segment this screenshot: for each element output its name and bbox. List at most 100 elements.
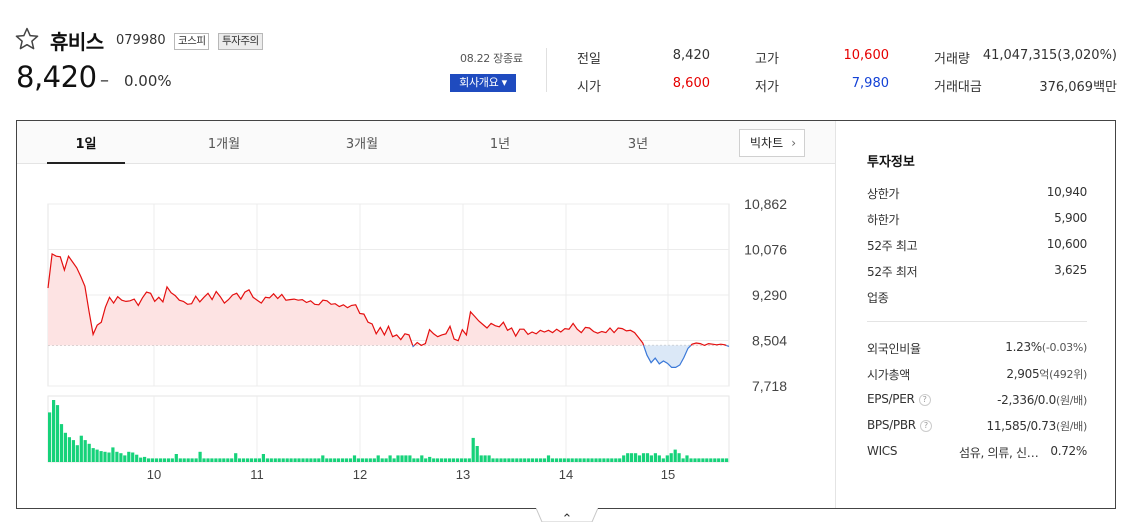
low52-value: 3,625 (1054, 263, 1087, 277)
company-overview-button[interactable]: 회사개요 ▾ (450, 74, 516, 92)
change-sign: – (100, 70, 109, 91)
eps-per-unit: (원/배) (1055, 394, 1087, 407)
collapse-tab[interactable]: ⌃ (536, 508, 598, 522)
volume-bar (293, 458, 297, 462)
low-label: 저가 (755, 80, 779, 95)
bps-pbr-text: BPS/PBR (867, 418, 916, 432)
volume-bar (428, 456, 432, 462)
volume-bar (309, 458, 313, 462)
volume-bar (246, 458, 250, 462)
volume-bar (582, 458, 586, 462)
bps-pbr-value: 11,585/0.73(원/배) (986, 418, 1088, 434)
volume-bar (344, 458, 349, 462)
y-tick-label: 7,718 (752, 378, 787, 394)
stock-name: 휴비스 (50, 30, 104, 54)
stock-code: 079980 (116, 33, 166, 48)
volume-bar (713, 458, 717, 462)
bps-pbr-number: 11,585/0.73 (986, 419, 1057, 433)
volume-bar (127, 451, 131, 462)
volume-bar (637, 455, 642, 462)
tab-3year[interactable]: 3년 (598, 133, 678, 152)
warning-tag: 투자주의 (218, 33, 263, 50)
panel-divider (835, 121, 836, 508)
volume-bar (657, 455, 661, 462)
x-tick-label: 10 (147, 467, 161, 482)
investment-info: 투자정보 상한가 10,940 하한가 5,900 52주 최고 10,600 … (867, 121, 1107, 508)
volume-bar (297, 458, 301, 462)
wics-change: 0.72% (1050, 444, 1087, 458)
volume-bar (59, 424, 64, 462)
volume-bar (396, 455, 400, 462)
volume-bar (261, 454, 265, 462)
volume-bar (91, 448, 95, 462)
stock-header: 휴비스 079980 코스피 투자주의 8,420 – 0.00% 08.22 … (0, 0, 1129, 120)
price-line-down (412, 344, 415, 348)
volume-bar (519, 458, 523, 462)
volume-bar (443, 458, 448, 462)
volume-bar (661, 458, 665, 462)
favorite-star-icon[interactable] (14, 26, 40, 52)
volume-bar (222, 458, 226, 462)
volume-bar (119, 453, 123, 462)
volume-bar (542, 458, 547, 462)
volume-bar (194, 458, 198, 462)
volume-bar (269, 458, 273, 462)
big-chart-button[interactable]: 빅차트 › (739, 129, 805, 157)
eps-per-number: -2,336/0.0 (997, 393, 1056, 407)
upper-limit-label: 상한가 (867, 187, 900, 201)
tab-1year[interactable]: 1년 (460, 133, 540, 152)
volume-bar (440, 458, 444, 462)
volume-bar (590, 458, 594, 462)
tab-1month[interactable]: 1개월 (184, 133, 264, 152)
info-divider (867, 321, 1087, 322)
volume-bar (206, 458, 210, 462)
volume-bar (515, 458, 519, 462)
volume-bar (174, 454, 178, 462)
volume-bar (467, 458, 471, 462)
volume-bar (447, 458, 452, 462)
volume-bar (562, 458, 566, 462)
volume-bar (329, 458, 333, 462)
market-tag: 코스피 (174, 33, 210, 50)
x-tick-label: 13 (456, 467, 470, 482)
volume-bar (348, 458, 353, 462)
volume-bar (384, 458, 388, 462)
volume-bar (337, 458, 341, 462)
help-icon[interactable]: ? (918, 394, 931, 406)
help-icon[interactable]: ? (919, 420, 932, 432)
volume-bar (317, 458, 321, 462)
volume-bar (527, 458, 531, 462)
foreign-ratio-label: 외국인비율 (867, 342, 921, 356)
volume-bar (586, 458, 590, 462)
volume-bar (218, 458, 222, 462)
price-chart: 10,862 10,076 9,290 8,504 7,718 10 11 12 13 14 15 (47, 196, 787, 482)
header-divider (546, 48, 547, 92)
wics-sector-link[interactable]: 섬유, 의류, 신… (959, 444, 1039, 461)
volume-bar (325, 458, 329, 462)
volume-bar (356, 458, 360, 462)
volume-bar (190, 458, 194, 462)
volume-bar (79, 435, 83, 462)
eps-per-label: EPS/PER? (867, 392, 931, 406)
volume-bar (238, 458, 242, 462)
volume-bar (606, 458, 610, 462)
volume-bar (645, 453, 650, 462)
x-tick-label: 12 (353, 467, 367, 482)
volume-bar (305, 458, 309, 462)
volume-bar (162, 458, 166, 462)
volume-bar (186, 458, 190, 462)
sector-label: 업종 (867, 291, 889, 305)
volume-bar (420, 455, 424, 462)
eps-per-value: -2,336/0.0(원/배) (997, 392, 1087, 408)
volume-bar (313, 458, 317, 462)
high52-value: 10,600 (1046, 237, 1088, 251)
volume-bar (483, 455, 487, 462)
volume-bar (503, 458, 507, 462)
volume-bar (257, 458, 261, 462)
high-value: 10,600 (843, 48, 890, 63)
volume-bar (511, 458, 515, 462)
volume-bar (214, 458, 218, 462)
volume-bar (52, 400, 56, 462)
tab-1day[interactable]: 1일 (46, 133, 126, 152)
tab-3month[interactable]: 3개월 (322, 133, 402, 152)
